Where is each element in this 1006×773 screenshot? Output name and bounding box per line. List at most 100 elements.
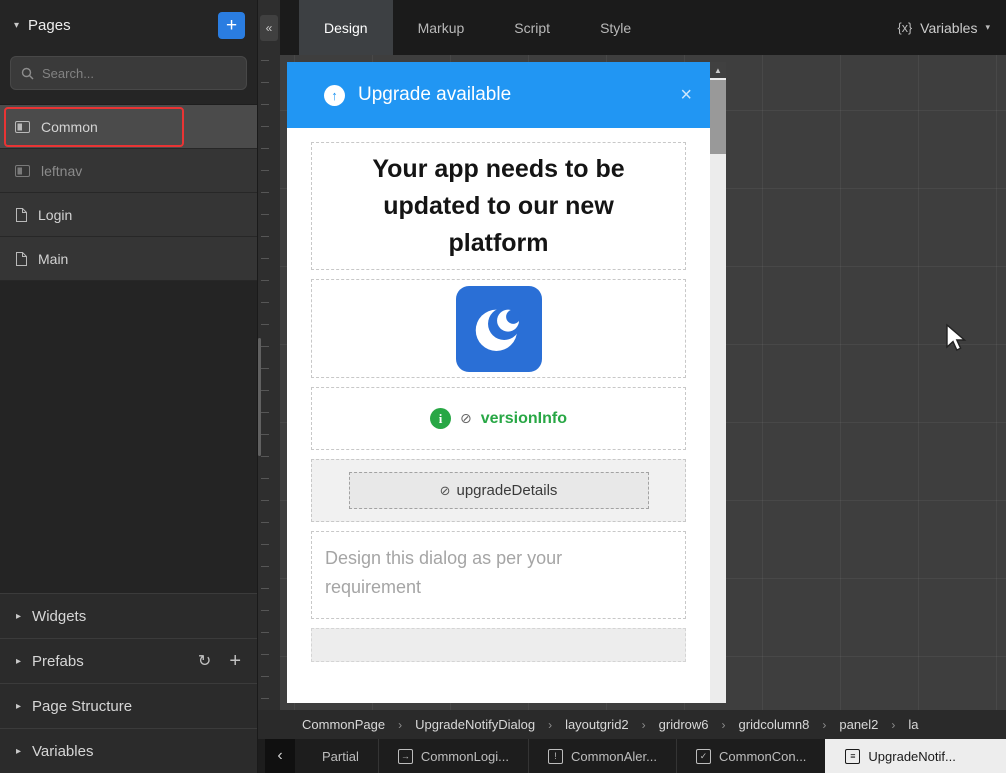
- search-input[interactable]: [42, 66, 236, 81]
- dialog-title: Upgrade available: [358, 84, 667, 106]
- sidebar-empty-area: [0, 281, 257, 593]
- plus-icon[interactable]: +: [229, 650, 241, 673]
- upgrade-circle-icon: ↑: [324, 85, 345, 106]
- breadcrumb-item[interactable]: layoutgrid2: [565, 717, 629, 732]
- confirm-dialog-icon: ✓: [696, 749, 711, 764]
- caret-right-icon: ▸: [16, 611, 21, 622]
- bind-icon: ⊘: [460, 410, 472, 427]
- login-dialog-icon: →: [398, 749, 413, 764]
- breadcrumb-item[interactable]: UpgradeNotifyDialog: [415, 717, 535, 732]
- breadcrumb-item[interactable]: panel2: [839, 717, 878, 732]
- sidebar-scrollbar-thumb[interactable]: [258, 338, 261, 456]
- tab-partial[interactable]: Partial: [303, 739, 378, 773]
- tab-style[interactable]: Style: [575, 0, 656, 55]
- chevron-right-icon: ›: [722, 718, 726, 732]
- version-info-widget[interactable]: i ⊘ versionInfo: [311, 387, 686, 450]
- page-item-leftnav[interactable]: leftnav: [0, 149, 257, 193]
- wavemaker-wave-icon: [468, 298, 530, 360]
- tab-design[interactable]: Design: [299, 0, 393, 55]
- pages-list: Common leftnav Login Main: [0, 104, 257, 281]
- sidebar-section-variables[interactable]: ▸ Variables: [0, 728, 257, 773]
- ruler-ticks: [261, 60, 269, 705]
- page-icon: [15, 252, 27, 266]
- pages-title: Pages: [28, 17, 209, 34]
- variables-dropdown[interactable]: {x} Variables ▾: [898, 0, 1006, 55]
- page-item-common[interactable]: Common: [0, 105, 257, 149]
- dialog-close-button[interactable]: ×: [680, 85, 692, 105]
- chevron-double-left-icon: «: [266, 21, 273, 35]
- tab-common-alert[interactable]: ! CommonAler...: [528, 739, 676, 773]
- heading-widget[interactable]: Your app needs to be updated to our new …: [311, 142, 686, 270]
- section-label: Prefabs: [32, 653, 84, 670]
- chevron-right-icon: ›: [548, 718, 552, 732]
- pages-sidebar: ▾ Pages + Common leftnav: [0, 0, 258, 773]
- upgrade-notify-dialog[interactable]: ↑ Upgrade available × Your app needs to …: [287, 62, 710, 703]
- refresh-icon[interactable]: ↻: [198, 651, 211, 671]
- placeholder-content-widget[interactable]: Design this dialog as per your requireme…: [311, 531, 686, 619]
- breadcrumb-item[interactable]: gridrow6: [659, 717, 709, 732]
- info-circle-icon: i: [430, 408, 451, 429]
- pages-header: ▾ Pages +: [0, 0, 257, 50]
- editor-mode-tabs: Design Markup Script Style: [299, 0, 656, 55]
- alert-dialog-icon: !: [548, 749, 563, 764]
- plus-icon: +: [226, 16, 237, 35]
- breadcrumb-item[interactable]: la: [908, 717, 918, 732]
- close-icon: ×: [680, 84, 692, 106]
- page-item-login[interactable]: Login: [0, 193, 257, 237]
- upgrade-details-button[interactable]: ⊘ upgradeDetails: [349, 472, 649, 509]
- caret-down-icon[interactable]: ▾: [14, 20, 19, 31]
- sidebar-section-widgets[interactable]: ▸ Widgets: [0, 593, 257, 638]
- chevron-down-icon: ▾: [985, 22, 990, 33]
- partial-icon: [15, 165, 30, 177]
- canvas-scrollbar[interactable]: ▲: [710, 62, 726, 703]
- sidebar-collapse-button[interactable]: «: [260, 15, 278, 41]
- mouse-cursor-icon: [945, 323, 969, 358]
- caret-right-icon: ▸: [16, 701, 21, 712]
- pages-search-box[interactable]: [10, 56, 247, 90]
- caret-right-icon: ▸: [16, 746, 21, 757]
- sidebar-section-prefabs[interactable]: ▸ Prefabs ↻ +: [0, 638, 257, 683]
- tab-upgrade-notify[interactable]: ≡ UpgradeNotif...: [825, 739, 1006, 773]
- dialog-header[interactable]: ↑ Upgrade available ×: [287, 62, 710, 128]
- version-info-label: versionInfo: [481, 410, 567, 428]
- tab-common-login[interactable]: → CommonLogi...: [378, 739, 528, 773]
- section-label: Variables: [32, 743, 93, 760]
- app-logo: [456, 286, 542, 372]
- chevron-right-icon: ›: [822, 718, 826, 732]
- sidebar-section-page-structure[interactable]: ▸ Page Structure: [0, 683, 257, 728]
- page-item-label: Common: [41, 119, 98, 135]
- prefabs-actions: ↻ +: [198, 650, 241, 673]
- scrollbar-thumb[interactable]: [710, 80, 726, 154]
- breadcrumb-item[interactable]: CommonPage: [302, 717, 385, 732]
- variables-dropdown-label: Variables: [920, 20, 977, 36]
- tab-label: CommonCon...: [719, 749, 806, 764]
- search-icon: [21, 67, 34, 80]
- tab-common-confirm[interactable]: ✓ CommonCon...: [676, 739, 825, 773]
- variables-fx-icon: {x}: [898, 21, 913, 35]
- triangle-up-icon: ▲: [714, 66, 722, 75]
- page-item-label: leftnav: [41, 163, 82, 179]
- chevron-right-icon: ›: [642, 718, 646, 732]
- tab-markup[interactable]: Markup: [393, 0, 490, 55]
- tabbar-collapse-button[interactable]: ‹: [265, 739, 295, 773]
- dialog-heading-text: Your app needs to be updated to our new …: [359, 151, 639, 262]
- chevron-right-icon: ›: [398, 718, 402, 732]
- section-label: Page Structure: [32, 698, 132, 715]
- tab-script[interactable]: Script: [489, 0, 575, 55]
- chevron-right-icon: ›: [891, 718, 895, 732]
- search-wrap: [0, 50, 257, 104]
- scroll-up-button[interactable]: ▲: [710, 62, 726, 78]
- button-container-widget[interactable]: ⊘ upgradeDetails: [311, 459, 686, 522]
- breadcrumb-item[interactable]: gridcolumn8: [739, 717, 810, 732]
- dialog-footer-widget[interactable]: [311, 628, 686, 662]
- page-item-label: Main: [38, 251, 68, 267]
- canvas-ruler-strip: «: [258, 0, 280, 710]
- add-page-button[interactable]: +: [218, 12, 245, 39]
- upgrade-details-label: upgradeDetails: [457, 482, 558, 499]
- picture-widget[interactable]: [311, 279, 686, 378]
- partial-icon: [15, 121, 30, 133]
- editor-topbar: Design Markup Script Style {x} Variables…: [280, 0, 1006, 55]
- dialog-window-icon: ≡: [845, 749, 860, 764]
- bind-icon: ⊘: [440, 483, 451, 499]
- page-item-main[interactable]: Main: [0, 237, 257, 281]
